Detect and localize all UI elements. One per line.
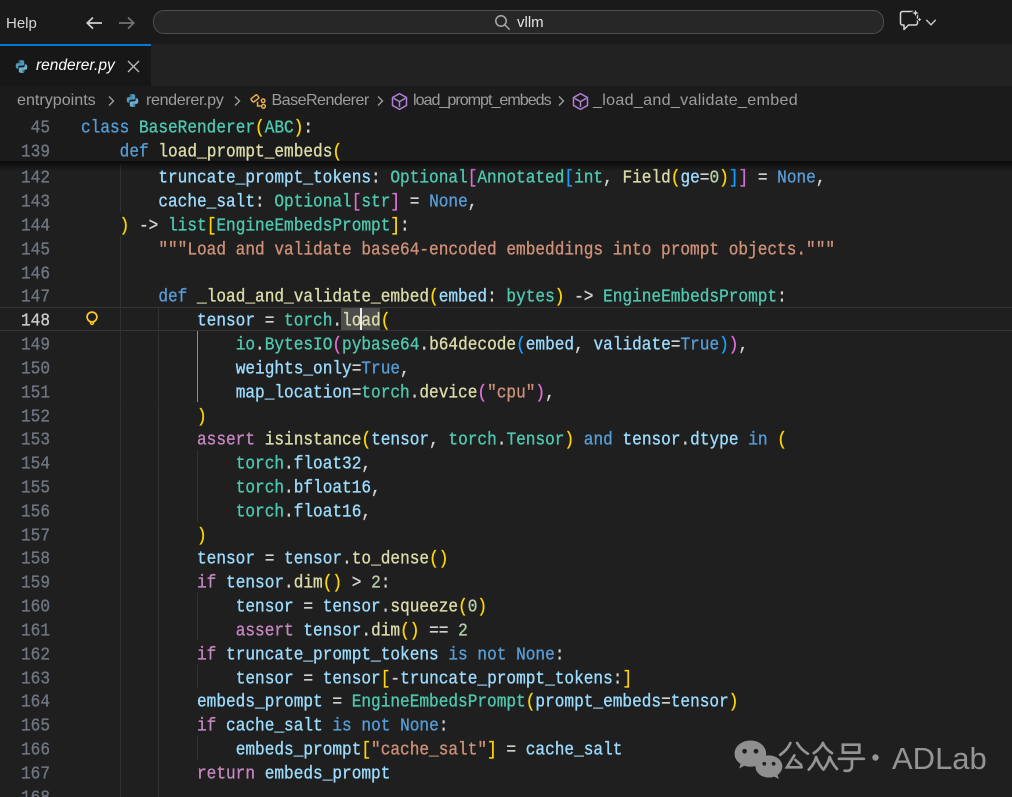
svg-text:ADLab: ADLab [892,741,987,776]
